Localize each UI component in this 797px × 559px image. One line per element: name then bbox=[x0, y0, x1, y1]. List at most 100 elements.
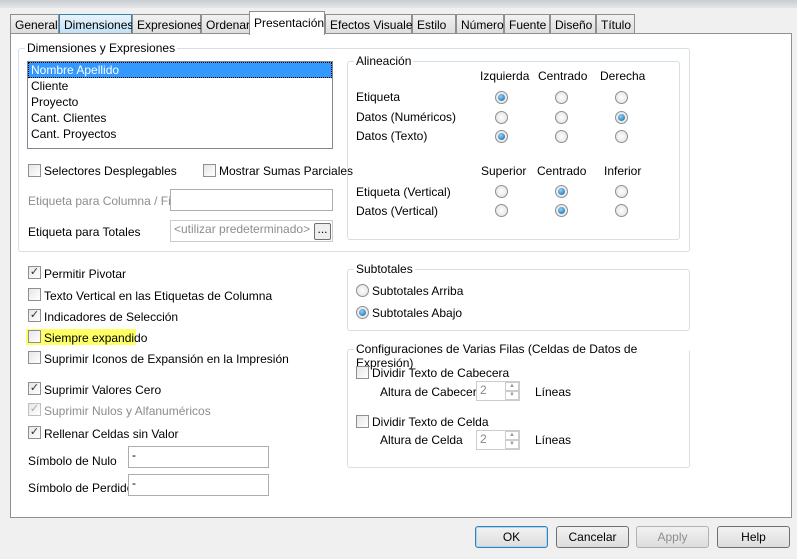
spin-up-icon[interactable]: ▲ bbox=[505, 431, 519, 440]
etiqueta-totales-input[interactable]: <utilizar predeterminado> bbox=[170, 220, 333, 242]
col-superior: Superior bbox=[481, 164, 527, 178]
radio-dv-centrado[interactable] bbox=[555, 204, 568, 217]
tab-efectos-visuales[interactable]: Efectos Visuales bbox=[325, 14, 419, 34]
col-inferior: Inferior bbox=[604, 164, 642, 178]
ok-button[interactable]: OK bbox=[475, 526, 548, 548]
radio-numericos-centrado[interactable] bbox=[555, 111, 568, 124]
radio-etiqueta-centrado[interactable] bbox=[555, 91, 568, 104]
permitir-pivotar-label: Permitir Pivotar bbox=[44, 267, 127, 281]
subtotales-abajo-label: Subtotales Abajo bbox=[372, 306, 463, 320]
radio-ev-centrado[interactable] bbox=[555, 185, 568, 198]
tab-fuente[interactable]: Fuente bbox=[504, 14, 550, 34]
col-izquierda: Izquierda bbox=[480, 69, 530, 83]
dimension-list[interactable]: Nombre Apellido Cliente Proyecto Cant. C… bbox=[27, 61, 333, 149]
row-etiqueta: Etiqueta bbox=[356, 90, 401, 104]
altura-cabecera-label: Altura de Cabecera bbox=[380, 385, 484, 399]
altura-celda-stepper[interactable]: 2 ▲ ▼ bbox=[476, 430, 520, 450]
etiqueta-columna-input[interactable] bbox=[170, 189, 333, 211]
sumas-label: Mostrar Sumas Parciales bbox=[219, 164, 354, 178]
alineacion-title: Alineación bbox=[354, 54, 414, 68]
permitir-pivotar-checkbox[interactable]: ✓ bbox=[28, 266, 41, 279]
list-item[interactable]: Cliente bbox=[28, 78, 332, 94]
subtotales-title: Subtotales bbox=[354, 262, 415, 276]
suprimir-ceros-label: Suprimir Valores Cero bbox=[44, 383, 162, 397]
etiqueta-totales-label: Etiqueta para Totales bbox=[28, 225, 141, 239]
row-datos-texto: Datos (Texto) bbox=[356, 129, 428, 143]
radio-numericos-derecha[interactable] bbox=[615, 111, 628, 124]
altura-cabecera-value: 2 bbox=[480, 383, 487, 397]
spin-down-icon[interactable]: ▼ bbox=[505, 391, 519, 400]
nulo-input[interactable]: - bbox=[128, 446, 269, 468]
perdido-label: Símbolo de Perdido bbox=[28, 481, 134, 495]
altura-cabecera-stepper[interactable]: 2 ▲ ▼ bbox=[476, 381, 520, 401]
browse-button[interactable]: ... bbox=[314, 223, 331, 240]
subtotales-abajo-radio[interactable] bbox=[356, 306, 369, 319]
row-datos-vertical: Datos (Vertical) bbox=[356, 204, 439, 218]
dividir-celda-checkbox[interactable] bbox=[356, 415, 369, 428]
texto-vertical-label: Texto Vertical en las Etiquetas de Colum… bbox=[44, 289, 273, 303]
col-centrado-v: Centrado bbox=[537, 164, 587, 178]
col-centrado: Centrado bbox=[538, 69, 588, 83]
help-button[interactable]: Help bbox=[717, 526, 790, 548]
radio-ev-inferior[interactable] bbox=[615, 185, 628, 198]
dividir-cabecera-checkbox[interactable] bbox=[356, 366, 369, 379]
siempre-expandido-label: Siempre expandido bbox=[44, 331, 148, 345]
perdido-input[interactable]: - bbox=[128, 474, 269, 496]
radio-dv-superior[interactable] bbox=[495, 204, 508, 217]
radio-dv-inferior[interactable] bbox=[615, 204, 628, 217]
radio-texto-derecha[interactable] bbox=[615, 130, 628, 143]
radio-ev-superior[interactable] bbox=[495, 185, 508, 198]
tab-estilo[interactable]: Estilo bbox=[412, 14, 456, 34]
etiqueta-columna-label: Etiqueta para Columna / Fila bbox=[28, 194, 181, 208]
spin-up-icon[interactable]: ▲ bbox=[505, 382, 519, 391]
indicadores-label: Indicadores de Selección bbox=[44, 310, 179, 324]
cancel-button[interactable]: Cancelar bbox=[556, 526, 629, 548]
tab-expresiones[interactable]: Expresiones bbox=[132, 14, 203, 34]
radio-texto-izquierda[interactable] bbox=[495, 130, 508, 143]
tab-general[interactable]: General bbox=[10, 14, 59, 34]
list-item[interactable]: Cant. Clientes bbox=[28, 110, 332, 126]
suprimir-ceros-checkbox[interactable]: ✓ bbox=[28, 382, 41, 395]
altura-celda-value: 2 bbox=[480, 432, 487, 446]
spin-down-icon[interactable]: ▼ bbox=[505, 440, 519, 449]
list-item[interactable]: Proyecto bbox=[28, 94, 332, 110]
lineas-label: Líneas bbox=[535, 385, 572, 399]
texto-vertical-checkbox[interactable] bbox=[28, 288, 41, 301]
suprimir-nulos-checkbox[interactable]: ✓ bbox=[28, 403, 41, 416]
lineas-label-2: Líneas bbox=[535, 433, 572, 447]
window-frame bbox=[0, 0, 797, 8]
tab-titulo[interactable]: Título bbox=[596, 14, 635, 34]
dimensiones-group-title: Dimensiones y Expresiones bbox=[25, 41, 178, 55]
radio-texto-centrado[interactable] bbox=[555, 130, 568, 143]
tab-ordenar[interactable]: Ordenar bbox=[201, 14, 250, 34]
rellenar-label: Rellenar Celdas sin Valor bbox=[44, 427, 179, 441]
subtotales-arriba-radio[interactable] bbox=[356, 284, 369, 297]
indicadores-checkbox[interactable]: ✓ bbox=[28, 309, 41, 322]
siempre-expandido-checkbox[interactable] bbox=[28, 330, 41, 343]
subtotales-group: Subtotales bbox=[347, 262, 690, 331]
row-datos-numericos: Datos (Numéricos) bbox=[356, 110, 457, 124]
radio-etiqueta-derecha[interactable] bbox=[615, 91, 628, 104]
sumas-checkbox[interactable] bbox=[203, 164, 216, 177]
selectores-label: Selectores Desplegables bbox=[44, 164, 177, 178]
selectores-checkbox[interactable] bbox=[28, 164, 41, 177]
apply-button[interactable]: Apply bbox=[636, 526, 709, 548]
list-item[interactable]: Cant. Proyectos bbox=[28, 126, 332, 142]
tab-diseno[interactable]: Diseño bbox=[550, 14, 596, 34]
radio-etiqueta-izquierda[interactable] bbox=[495, 91, 508, 104]
tab-presentacion[interactable]: Presentación bbox=[249, 11, 325, 35]
dividir-celda-label: Dividir Texto de Celda bbox=[372, 415, 489, 429]
nulo-label: Símbolo de Nulo bbox=[28, 454, 117, 468]
row-etiqueta-vertical: Etiqueta (Vertical) bbox=[356, 185, 451, 199]
tab-numero[interactable]: Número bbox=[456, 14, 504, 34]
suprimir-nulos-label: Suprimir Nulos y Alfanuméricos bbox=[44, 404, 211, 418]
radio-numericos-izquierda[interactable] bbox=[495, 111, 508, 124]
rellenar-checkbox[interactable]: ✓ bbox=[28, 426, 41, 439]
list-item[interactable]: Nombre Apellido bbox=[28, 62, 332, 78]
suprimir-iconos-checkbox[interactable] bbox=[28, 351, 41, 364]
tab-dimensiones[interactable]: Dimensiones bbox=[59, 14, 133, 34]
dividir-cabecera-label: Dividir Texto de Cabecera bbox=[372, 366, 510, 380]
col-derecha: Derecha bbox=[600, 69, 646, 83]
altura-celda-label: Altura de Celda bbox=[380, 433, 463, 447]
suprimir-iconos-label: Suprimir Iconos de Expansión en la Impre… bbox=[44, 352, 289, 366]
